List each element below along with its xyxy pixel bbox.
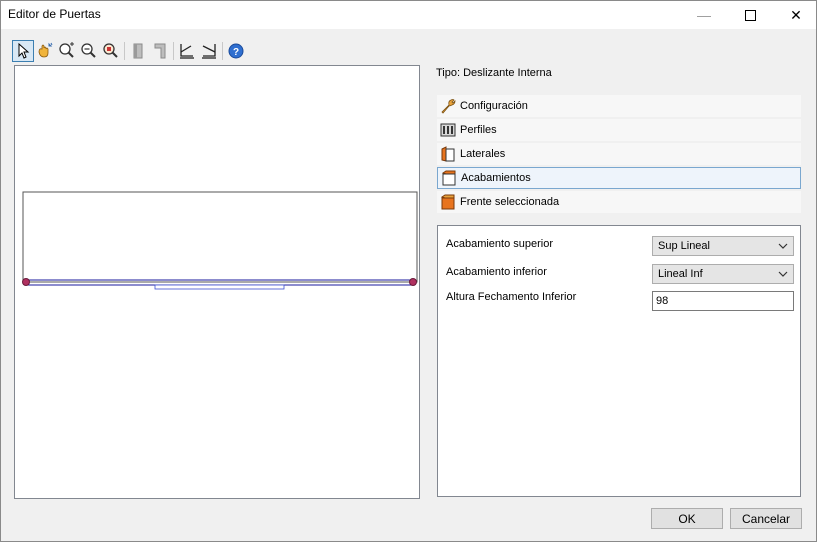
toolbar-separator [173, 42, 174, 60]
pointer-tool-button[interactable] [12, 40, 34, 62]
profile-left-icon [133, 43, 143, 59]
section-perfiles[interactable]: Perfiles [437, 119, 801, 141]
acabamiento-inferior-label: Acabamiento inferior [446, 266, 547, 278]
toolbar-separator [124, 42, 125, 60]
input-value: 98 [656, 295, 669, 307]
section-configuracion[interactable]: Configuración [437, 95, 801, 117]
door-drawing [22, 191, 418, 290]
side-panel-icon [439, 145, 457, 163]
bottom-finish-profile [154, 284, 285, 290]
profile-right-button[interactable] [149, 40, 171, 62]
profile-left-button[interactable] [127, 40, 149, 62]
altura-fechamento-label: Altura Fechamento Inferior [446, 291, 577, 303]
finish-icon [440, 169, 458, 187]
edit-left-button[interactable] [176, 40, 198, 62]
door-frame-outline [22, 191, 418, 283]
right-marker[interactable] [409, 278, 417, 286]
section-label: Perfiles [460, 124, 497, 136]
profiles-icon [439, 121, 457, 139]
toolbar-separator [222, 42, 223, 60]
section-frente-seleccionada[interactable]: Frente seleccionada [437, 191, 801, 213]
toolbar: ? [12, 39, 247, 63]
edit-right-icon [202, 44, 216, 59]
help-icon: ? [228, 43, 244, 59]
maximize-icon [744, 9, 756, 21]
minimize-button[interactable]: — [681, 1, 727, 29]
wrench-icon [439, 97, 457, 115]
select-value: Lineal Inf [658, 268, 703, 280]
select-value: Sup Lineal [658, 240, 710, 252]
section-laterales[interactable]: Laterales [437, 143, 801, 165]
chevron-down-icon [778, 243, 788, 249]
zoom-in-icon [59, 42, 74, 58]
edit-left-icon [180, 44, 194, 59]
profile-right-icon [154, 43, 166, 59]
zoom-out-button[interactable] [78, 40, 100, 62]
acabamiento-inferior-select[interactable]: Lineal Inf [652, 264, 794, 284]
pointer-icon [18, 43, 30, 59]
pan-tool-button[interactable] [34, 40, 56, 62]
close-button[interactable]: ✕ [773, 1, 819, 29]
zoom-out-icon [81, 43, 96, 58]
help-button[interactable]: ? [225, 40, 247, 62]
section-label: Frente seleccionada [460, 196, 560, 208]
section-label: Configuración [460, 100, 528, 112]
zoom-in-button[interactable] [56, 40, 78, 62]
door-drawing-canvas[interactable] [14, 65, 420, 499]
svg-text:?: ? [233, 47, 239, 58]
acabamientos-panel: Acabamiento superior Sup Lineal Acabamie… [437, 225, 801, 497]
maximize-button[interactable] [727, 1, 773, 29]
section-label: Laterales [460, 148, 506, 160]
window-title: Editor de Puertas [8, 7, 101, 21]
altura-fechamento-input[interactable]: 98 [652, 291, 794, 311]
zoom-extents-icon [103, 43, 118, 58]
chevron-down-icon [778, 271, 788, 277]
title-bar: Editor de Puertas — ✕ [1, 1, 816, 29]
section-acabamientos[interactable]: Acabamientos [437, 167, 801, 189]
door-type-label: Tipo: Deslizante Interna [436, 67, 552, 79]
left-marker[interactable] [22, 278, 30, 286]
front-selected-icon [439, 193, 457, 211]
ok-button[interactable]: OK [651, 508, 723, 529]
acabamiento-superior-select[interactable]: Sup Lineal [652, 236, 794, 256]
dialog-window: Editor de Puertas — ✕ ? Tipo: Deslizante… [0, 0, 817, 542]
edit-right-button[interactable] [198, 40, 220, 62]
pan-hand-icon [38, 42, 53, 58]
cancel-button[interactable]: Cancelar [730, 508, 802, 529]
acabamiento-superior-label: Acabamiento superior [446, 238, 554, 250]
zoom-extents-button[interactable] [100, 40, 122, 62]
section-label: Acabamientos [461, 172, 531, 184]
